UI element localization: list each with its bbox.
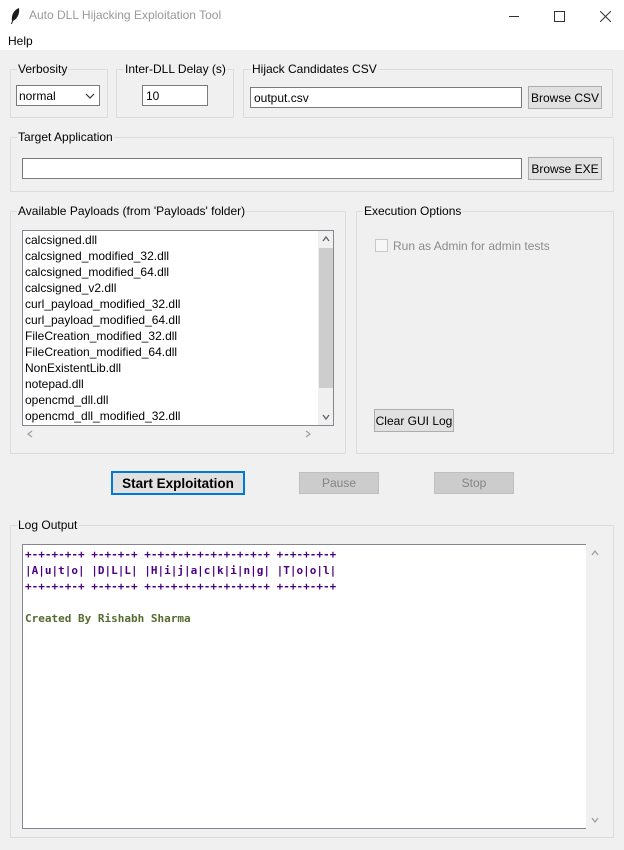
csv-label: Hijack Candidates CSV [251, 62, 378, 76]
browse-exe-button[interactable]: Browse EXE [528, 157, 602, 180]
target-path-input[interactable] [22, 158, 522, 179]
list-item[interactable]: curl_payload_modified_32.dll [24, 296, 318, 312]
payloads-list: calcsigned.dll calcsigned_modified_32.dl… [24, 232, 318, 424]
start-exploitation-button[interactable]: Start Exploitation [111, 471, 245, 495]
target-label: Target Application [17, 130, 114, 144]
list-item[interactable]: calcsigned_modified_32.dll [24, 248, 318, 264]
maximize-icon [553, 10, 565, 22]
csv-path-input[interactable]: output.csv [250, 87, 522, 108]
run-as-admin-label: Run as Admin for admin tests [393, 239, 550, 253]
list-item[interactable]: FileCreation_modified_32.dll [24, 328, 318, 344]
log-blank-line [25, 595, 336, 611]
list-item[interactable]: notepad.dll [24, 376, 318, 392]
minimize-button[interactable] [491, 0, 537, 32]
log-banner-line: +-+-+-+-+ +-+-+-+ +-+-+-+-+-+-+-+-+-+ +-… [25, 580, 337, 593]
pause-button[interactable]: Pause [299, 472, 379, 494]
minimize-icon [509, 16, 519, 17]
clear-gui-log-button[interactable]: Clear GUI Log [374, 409, 454, 432]
delay-input[interactable]: 10 [142, 85, 208, 106]
scroll-up-icon[interactable] [322, 236, 330, 242]
verbosity-value: normal [19, 88, 56, 103]
log-banner-line: |A|u|t|o| |D|L|L| |H|i|j|a|c|k|i|n|g| |T… [25, 564, 337, 577]
verbosity-label: Verbosity [17, 62, 69, 76]
verbosity-select[interactable]: normal [16, 85, 100, 106]
scroll-right-icon[interactable] [305, 430, 311, 438]
payloads-listbox[interactable]: calcsigned.dll calcsigned_modified_32.dl… [22, 230, 334, 426]
list-item[interactable]: NonExistentLib.dll [24, 360, 318, 376]
close-button[interactable] [582, 0, 624, 32]
close-icon [599, 10, 611, 22]
scroll-up-icon[interactable] [591, 550, 599, 556]
stop-button[interactable]: Stop [434, 472, 514, 494]
log-label: Log Output [17, 518, 79, 532]
scroll-thumb[interactable] [319, 248, 333, 388]
list-item[interactable]: opencmd_dll.dll [24, 392, 318, 408]
feather-app-icon [11, 8, 20, 24]
list-item[interactable]: curl_payload_modified_64.dll [24, 312, 318, 328]
scroll-down-icon[interactable] [591, 817, 599, 823]
log-vscrollbar[interactable] [586, 544, 603, 829]
menu-help[interactable]: Help [8, 34, 33, 48]
browse-csv-button[interactable]: Browse CSV [528, 86, 602, 109]
run-as-admin-checkbox[interactable] [375, 239, 388, 252]
list-item[interactable]: FileCreation_modified_64.dll [24, 344, 318, 360]
payloads-vscrollbar[interactable] [318, 231, 333, 425]
list-item[interactable]: calcsigned_modified_64.dll [24, 264, 318, 280]
log-textarea[interactable]: +-+-+-+-+ +-+-+-+ +-+-+-+-+-+-+-+-+-+ +-… [22, 544, 586, 829]
list-item[interactable]: opencmd_dll_modified_32.dll [24, 408, 318, 424]
log-banner-line: +-+-+-+-+ +-+-+-+ +-+-+-+-+-+-+-+-+-+ +-… [25, 548, 337, 561]
scroll-left-icon[interactable] [27, 430, 33, 438]
scroll-down-icon[interactable] [322, 414, 330, 420]
payloads-hscrollbar[interactable] [22, 426, 318, 442]
list-item[interactable]: calcsigned_v2.dll [24, 280, 318, 296]
list-item[interactable]: calcsigned.dll [24, 232, 318, 248]
title-bar: Auto DLL Hijacking Exploitation Tool [0, 0, 624, 32]
maximize-button[interactable] [536, 0, 582, 32]
window-title: Auto DLL Hijacking Exploitation Tool [29, 8, 222, 22]
menu-bar: Help [0, 32, 624, 50]
chevron-down-icon [85, 93, 95, 99]
log-credit-line: Created By Rishabh Sharma [25, 612, 191, 625]
payloads-label: Available Payloads (from 'Payloads' fold… [17, 204, 247, 218]
log-content: +-+-+-+-+ +-+-+-+ +-+-+-+-+-+-+-+-+-+ +-… [25, 547, 336, 627]
execution-label: Execution Options [363, 204, 463, 218]
delay-label: Inter-DLL Delay (s) [124, 62, 227, 76]
